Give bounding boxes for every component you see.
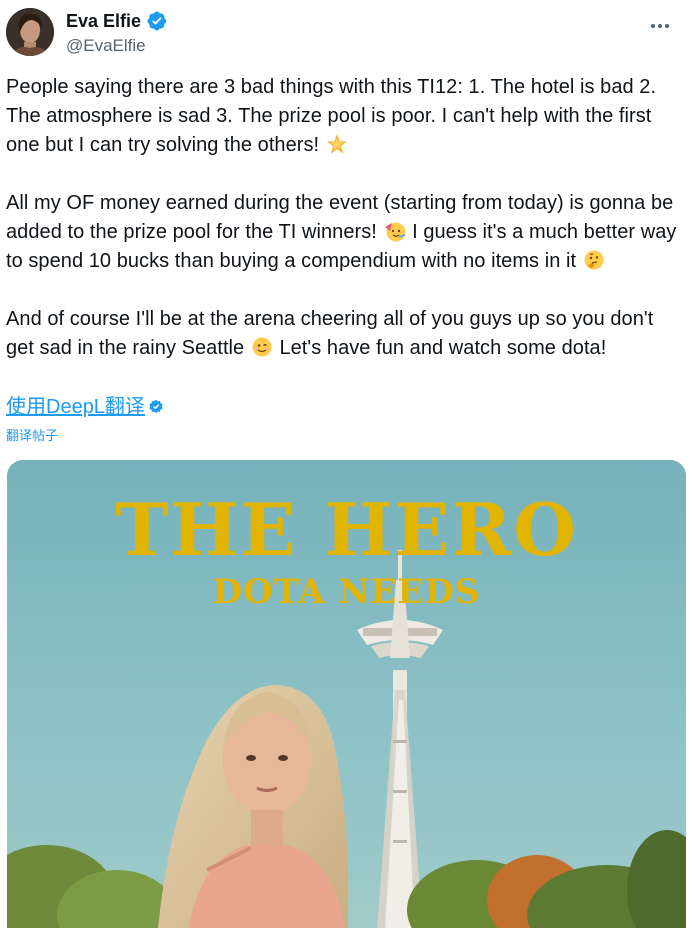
tweet-text: People saying there are 3 bad things wit…: [6, 73, 684, 363]
more-options-icon[interactable]: [648, 14, 672, 38]
paragraph-3b-text: Let's have fun and watch some dota!: [279, 337, 607, 359]
display-name[interactable]: Eva Elfie: [66, 10, 141, 32]
winking-face-emoji: [251, 336, 273, 358]
post-paragraph-3: And of course I'll be at the arena cheer…: [6, 305, 684, 363]
avatar-image: [6, 8, 54, 56]
deepl-verified-icon: [148, 399, 164, 415]
tweet-header: Eva Elfie @EvaElfie: [0, 0, 690, 70]
translate-post-link[interactable]: 翻译帖子: [6, 427, 58, 445]
deepl-translate-row: 使用DeepL翻译: [6, 393, 164, 421]
verified-badge-icon[interactable]: [147, 11, 167, 31]
author-handle[interactable]: @EvaElfie: [66, 35, 146, 57]
author-name-row: Eva Elfie: [66, 10, 167, 32]
poster-subtitle: DOTA NEEDS: [212, 572, 481, 612]
partying-face-emoji: [384, 220, 406, 242]
glowing-star-emoji: [326, 133, 348, 155]
avatar[interactable]: [6, 8, 54, 56]
post-paragraph-2: All my OF money earned during the event …: [6, 189, 684, 276]
tweet-card: Eva Elfie @EvaElfie People saying there …: [0, 0, 690, 928]
tweet-media-image[interactable]: THE HERO DOTA NEEDS: [7, 460, 686, 928]
deepl-translate-link[interactable]: 使用DeepL翻译: [6, 393, 145, 421]
poster-title: THE HERO: [114, 487, 578, 572]
post-paragraph-1: People saying there are 3 bad things wit…: [6, 73, 684, 160]
thinking-face-emoji: [583, 249, 605, 271]
